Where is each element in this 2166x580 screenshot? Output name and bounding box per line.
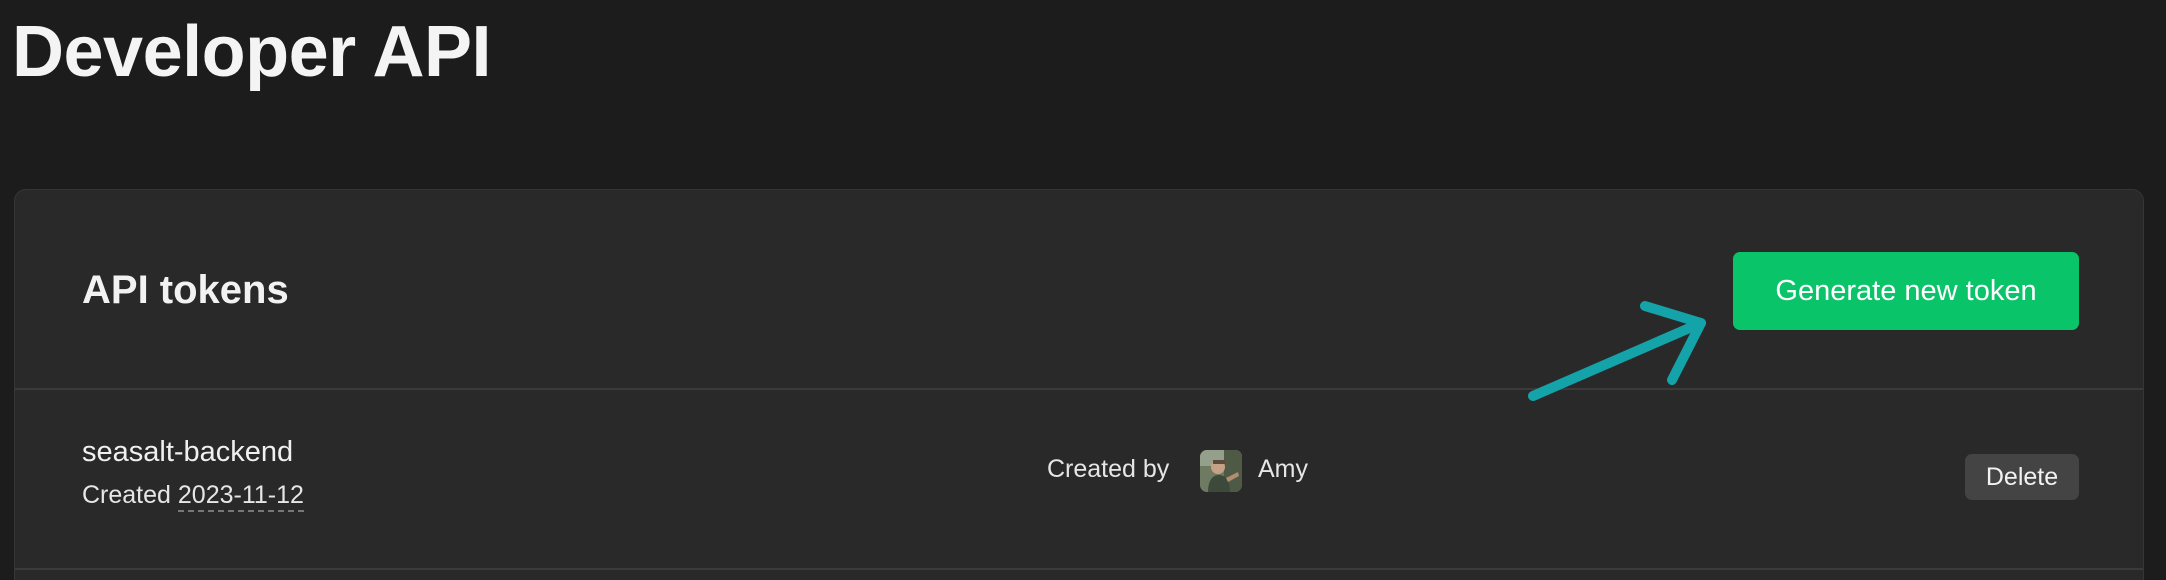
token-created-date[interactable]: 2023-11-12 [177,481,304,512]
creator-name: Amy [1258,455,1308,483]
token-created-prefix: Created [82,481,171,509]
developer-api-page: Developer API API tokens Generate new to… [0,0,2166,580]
api-tokens-card: API tokens Generate new token seasalt-ba… [14,189,2144,580]
token-created-line: Created 2023-11-12 [82,478,304,512]
page-title: Developer API [12,12,492,92]
avatar-photo-icon [1200,450,1242,492]
delete-token-button[interactable]: Delete [1965,454,2079,500]
created-by-label: Created by [1047,455,1170,483]
section-title: API tokens [82,268,289,312]
token-name: seasalt-backend [82,436,294,468]
api-tokens-header: API tokens Generate new token [15,190,2143,390]
avatar [1200,450,1242,492]
token-row: seasalt-backend Created 2023-11-12 Creat… [15,390,2143,570]
generate-new-token-button[interactable]: Generate new token [1733,252,2079,330]
